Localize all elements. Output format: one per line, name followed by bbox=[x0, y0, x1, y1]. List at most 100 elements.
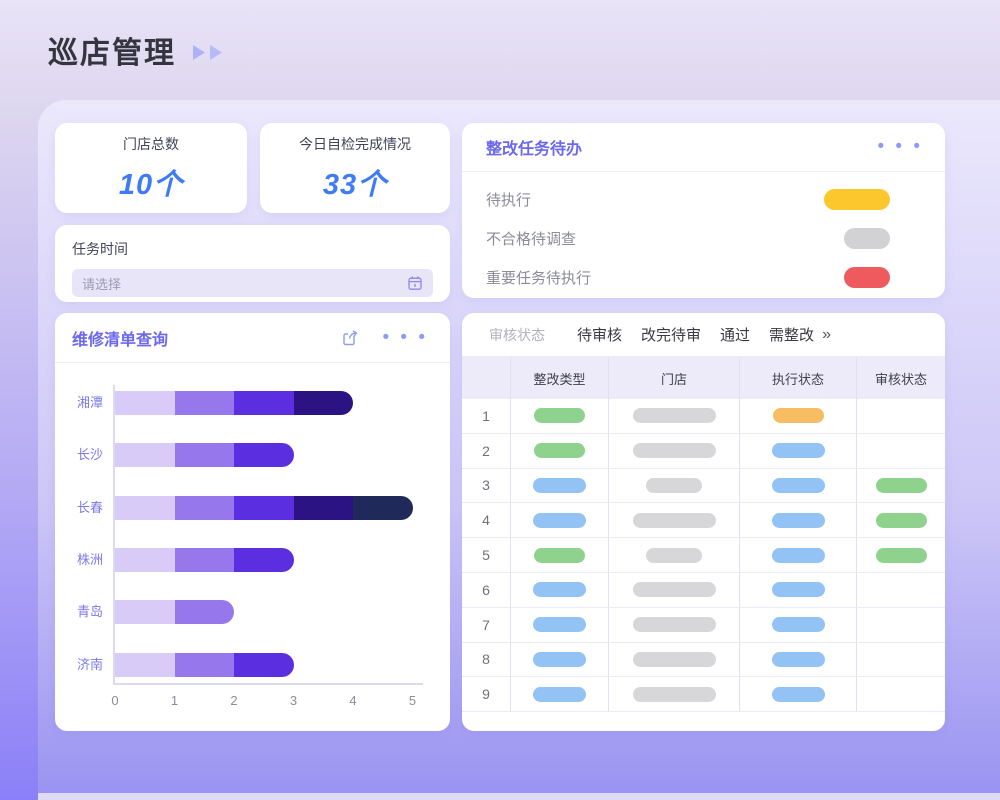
bar-segment bbox=[234, 496, 294, 520]
review-filter-label: 审核状态 bbox=[489, 325, 545, 345]
status-pill bbox=[772, 687, 825, 702]
table-cell bbox=[739, 399, 856, 433]
table-row: 2 bbox=[462, 434, 945, 469]
share-icon[interactable] bbox=[341, 328, 360, 347]
table-row: 7 bbox=[462, 608, 945, 643]
status-pill bbox=[533, 513, 586, 528]
row-index: 2 bbox=[462, 434, 510, 468]
chart-bar-row bbox=[115, 496, 413, 520]
table-cell bbox=[739, 608, 856, 642]
stat-label: 今日自检完成情况 bbox=[299, 134, 411, 154]
column-header-index bbox=[462, 357, 510, 399]
table-row: 9 bbox=[462, 677, 945, 712]
table-cell bbox=[510, 677, 608, 711]
table-cell bbox=[608, 434, 739, 468]
bar-category-label: 株洲 bbox=[55, 551, 103, 569]
bar-segment bbox=[115, 653, 175, 677]
stat-label: 门店总数 bbox=[123, 134, 179, 154]
row-index: 1 bbox=[462, 399, 510, 433]
table-cell bbox=[739, 503, 856, 537]
table-cell bbox=[608, 469, 739, 503]
column-header: 整改类型 bbox=[510, 357, 608, 399]
bar-category-label: 长春 bbox=[55, 499, 103, 517]
bar-segment bbox=[353, 496, 413, 520]
bar-chart: 湘潭长沙长春株洲青岛济南012345 bbox=[55, 385, 450, 720]
status-pill bbox=[533, 582, 586, 597]
status-pill bbox=[633, 652, 716, 667]
status-pill bbox=[633, 408, 716, 423]
chart-bar-row bbox=[115, 600, 234, 624]
status-pill bbox=[772, 548, 825, 563]
bar-segment bbox=[234, 443, 294, 467]
table-cell bbox=[856, 538, 945, 572]
table-cell bbox=[510, 608, 608, 642]
stat-value: 33个 bbox=[323, 161, 387, 203]
status-pill bbox=[772, 652, 825, 667]
status-pill bbox=[772, 582, 825, 597]
review-filter-row: 审核状态 待审核改完待审通过需整改 » bbox=[462, 313, 945, 357]
status-pill bbox=[533, 617, 586, 632]
x-axis-tick-label: 2 bbox=[222, 693, 246, 708]
chart-bar-row bbox=[115, 548, 294, 572]
todo-card-title: 整改任务待办 bbox=[486, 135, 582, 159]
bar-segment bbox=[234, 391, 294, 415]
status-pill bbox=[533, 478, 586, 493]
bar-category-label: 长沙 bbox=[55, 446, 103, 464]
bar-segment bbox=[294, 391, 354, 415]
status-pill bbox=[633, 582, 716, 597]
todo-item-label: 待执行 bbox=[486, 189, 531, 210]
table-cell bbox=[739, 677, 856, 711]
table-row: 4 bbox=[462, 503, 945, 538]
status-pill bbox=[533, 687, 586, 702]
review-tabs: 待审核改完待审通过需整改 bbox=[577, 324, 814, 345]
stat-card-store-total: 门店总数 10个 bbox=[55, 123, 247, 213]
status-pill bbox=[772, 443, 825, 458]
status-pill bbox=[534, 443, 585, 458]
todo-item-label: 重要任务待执行 bbox=[486, 267, 591, 288]
table-cell bbox=[510, 434, 608, 468]
column-header: 审核状态 bbox=[856, 357, 945, 399]
table-cell bbox=[510, 573, 608, 607]
table-cell bbox=[739, 643, 856, 677]
status-pill bbox=[633, 687, 716, 702]
task-time-select[interactable]: 请选择 bbox=[72, 269, 433, 297]
review-tab[interactable]: 改完待审 bbox=[641, 324, 701, 345]
calendar-icon[interactable] bbox=[407, 275, 423, 291]
table-cell bbox=[608, 503, 739, 537]
table-row: 1 bbox=[462, 399, 945, 434]
double-play-icon bbox=[192, 44, 223, 61]
task-time-label: 任务时间 bbox=[72, 239, 433, 259]
status-pill bbox=[633, 443, 716, 458]
table-cell bbox=[739, 573, 856, 607]
status-pill bbox=[773, 408, 824, 423]
todo-status-pill bbox=[844, 267, 890, 288]
row-index: 4 bbox=[462, 503, 510, 537]
table-row: 8 bbox=[462, 643, 945, 678]
status-pill bbox=[534, 548, 585, 563]
select-placeholder: 请选择 bbox=[82, 274, 121, 293]
todo-card: 整改任务待办 • • • 待执行不合格待调查重要任务待执行 bbox=[462, 123, 945, 298]
bar-segment bbox=[115, 548, 175, 572]
status-pill bbox=[772, 478, 825, 493]
ellipsis-icon[interactable]: • • • bbox=[877, 142, 923, 152]
review-tab[interactable]: 需整改 bbox=[769, 324, 814, 345]
row-index: 5 bbox=[462, 538, 510, 572]
stat-card-self-check: 今日自检完成情况 33个 bbox=[260, 123, 450, 213]
table-cell bbox=[856, 573, 945, 607]
row-index: 3 bbox=[462, 469, 510, 503]
todo-item: 重要任务待执行 bbox=[462, 258, 945, 297]
table-cell bbox=[856, 434, 945, 468]
table-cell bbox=[608, 608, 739, 642]
table-cell bbox=[510, 399, 608, 433]
bar-segment bbox=[175, 443, 235, 467]
x-axis-tick-label: 3 bbox=[282, 693, 306, 708]
status-pill bbox=[772, 617, 825, 632]
review-tab[interactable]: 通过 bbox=[720, 324, 750, 345]
table-cell bbox=[739, 469, 856, 503]
review-tab[interactable]: 待审核 bbox=[577, 324, 622, 345]
row-index: 6 bbox=[462, 573, 510, 607]
ellipsis-icon[interactable]: • • • bbox=[382, 333, 428, 343]
table-cell bbox=[608, 643, 739, 677]
table-header-row: 整改类型门店执行状态审核状态 bbox=[462, 357, 945, 399]
tabs-more-icon[interactable]: » bbox=[822, 326, 831, 344]
